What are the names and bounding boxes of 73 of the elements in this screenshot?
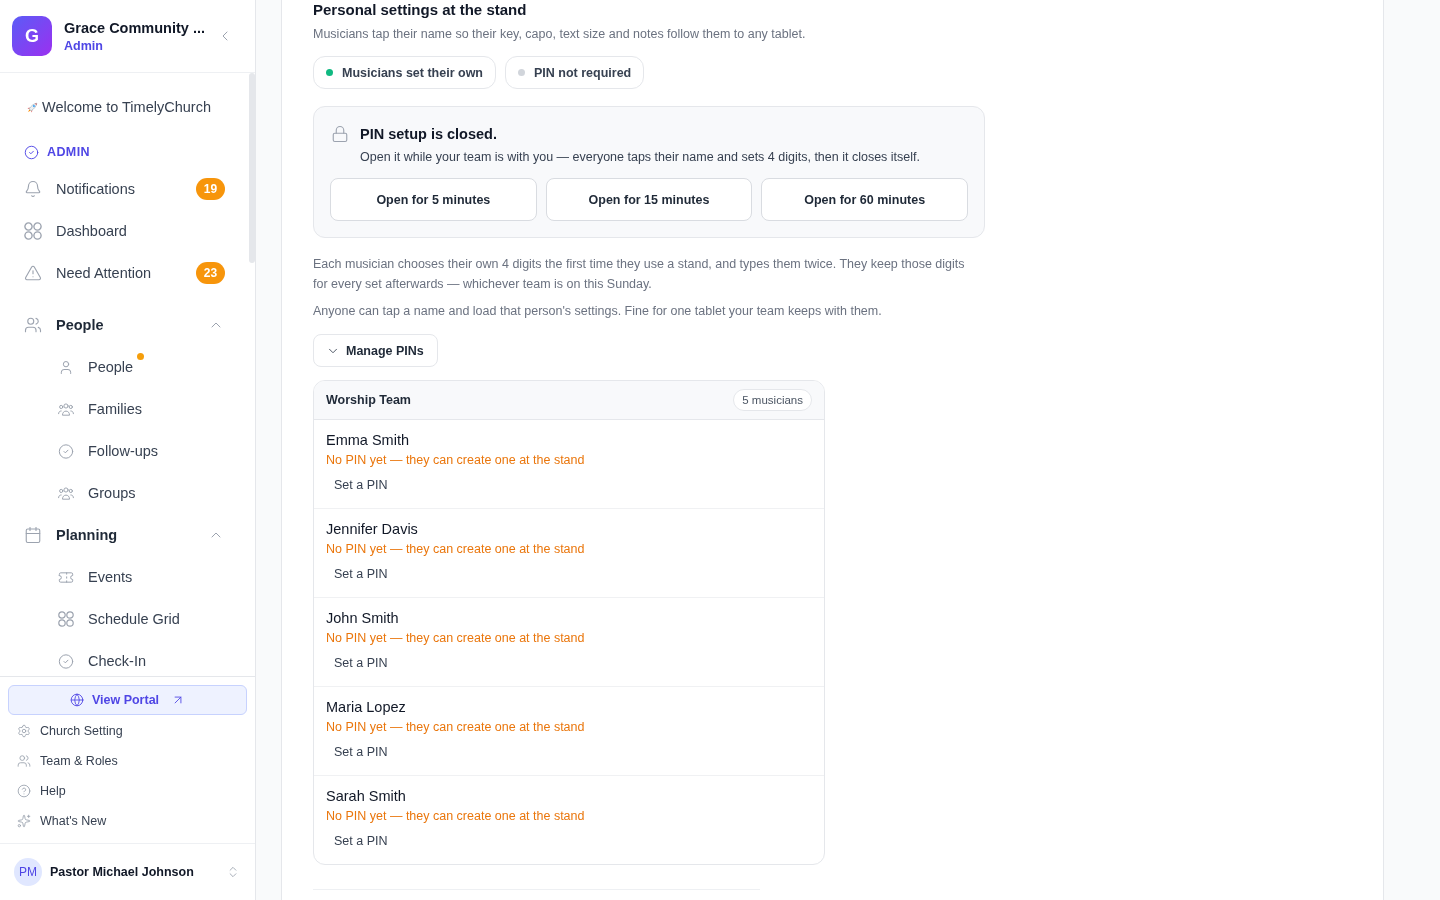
open-duration-button[interactable]: Open for 60 minutes bbox=[761, 178, 968, 221]
settings-icon bbox=[17, 724, 31, 738]
manage-pins-button[interactable]: Manage PINs bbox=[313, 334, 438, 367]
nav-item[interactable]: Groups bbox=[24, 472, 225, 514]
sparkle-icon bbox=[17, 814, 31, 828]
group-icon bbox=[58, 401, 74, 417]
pin-status: No PIN yet — they can create one at the stand bbox=[326, 630, 585, 647]
lock-icon bbox=[331, 125, 349, 143]
person-icon bbox=[58, 358, 74, 376]
warning-icon bbox=[24, 264, 42, 282]
count-badge: 23 bbox=[196, 262, 225, 284]
footer-link[interactable]: Church Setting bbox=[8, 716, 247, 746]
nav-item[interactable]: Check-In bbox=[24, 640, 225, 676]
help-text: Each musician chooses their own 4 digits the first time they use a stand, and types them twice. They keep those digits for every set afterwards — whichever team is on this Sunday. bbox=[313, 256, 966, 293]
section-title: Personal settings at the stand bbox=[313, 0, 527, 20]
count-badge: 19 bbox=[196, 178, 225, 200]
org-name: Grace Community ... bbox=[64, 18, 205, 38]
member-name: Maria Lopez bbox=[326, 698, 406, 717]
nav-item[interactable]: Notifications 19 bbox=[24, 168, 225, 210]
check-circle-icon bbox=[58, 442, 74, 460]
org-role: Admin bbox=[64, 37, 104, 54]
help-icon bbox=[17, 784, 31, 798]
status-chip[interactable]: PIN not required bbox=[505, 56, 645, 89]
set-pin-button[interactable]: Set a PIN bbox=[326, 650, 396, 676]
set-pin-button[interactable]: Set a PIN bbox=[326, 561, 396, 587]
bell-icon bbox=[24, 180, 42, 198]
member-name: Emma Smith bbox=[326, 431, 409, 450]
status-chip[interactable]: Musicians set their own bbox=[313, 56, 496, 89]
team-title: Worship Team bbox=[326, 393, 411, 407]
member-name: Sarah Smith bbox=[326, 787, 406, 806]
member-count-badge: 5 musicians bbox=[733, 389, 812, 411]
footer-link[interactable]: Team & Roles bbox=[8, 746, 247, 776]
nav-item[interactable]: Events bbox=[24, 556, 225, 598]
grid-icon bbox=[24, 222, 42, 240]
scrollbar-thumb[interactable] bbox=[249, 73, 255, 263]
calendar-icon bbox=[24, 526, 42, 544]
check-circle-icon bbox=[24, 144, 39, 160]
pin-status: No PIN yet — they can create one at the stand bbox=[326, 719, 585, 736]
set-pin-button[interactable]: Set a PIN bbox=[326, 828, 396, 854]
set-pin-button[interactable]: Set a PIN bbox=[326, 739, 396, 765]
help-text: Anyone can tap a name and load that person's settings. Fine for one tablet your team keeps with them. bbox=[313, 303, 882, 320]
member-name: Jennifer Davis bbox=[326, 520, 418, 539]
group-icon bbox=[58, 485, 74, 501]
pin-status: No PIN yet — they can create one at the stand bbox=[326, 541, 585, 558]
footer-link[interactable]: What's New bbox=[8, 806, 247, 836]
panel-title: PIN setup is closed. bbox=[360, 125, 498, 144]
people-icon bbox=[24, 316, 42, 334]
nav-group-header[interactable]: People bbox=[24, 304, 225, 346]
user-avatar: PM bbox=[14, 858, 42, 886]
footer-link[interactable]: Help bbox=[8, 776, 247, 806]
nav-item[interactable]: Schedule Grid bbox=[24, 598, 225, 640]
pin-status: No PIN yet — they can create one at the stand bbox=[326, 452, 585, 469]
panel-description: Open it while your team is with you — everyone taps their name and sets 4 digits, then it closes itself. bbox=[360, 149, 920, 166]
open-duration-button[interactable]: Open for 5 minutes bbox=[330, 178, 537, 221]
people-icon bbox=[17, 754, 31, 768]
view-portal-button[interactable]: View Portal bbox=[8, 685, 247, 715]
open-duration-button[interactable]: Open for 15 minutes bbox=[545, 178, 753, 221]
globe-icon bbox=[69, 693, 84, 707]
pin-status: No PIN yet — they can create one at the stand bbox=[326, 808, 585, 825]
grid-icon bbox=[58, 611, 74, 627]
nav-item[interactable]: Families bbox=[24, 388, 225, 430]
section-label: ADMIN bbox=[47, 145, 90, 159]
nav-item[interactable]: Dashboard bbox=[24, 210, 225, 252]
section-description: Musicians tap their name so their key, capo, text size and notes follow them to any tablet. bbox=[313, 26, 806, 43]
check-circle-icon bbox=[58, 652, 74, 670]
nav-group-header[interactable]: Planning bbox=[24, 514, 225, 556]
welcome-link[interactable]: Welcome to TimelyChurch bbox=[24, 95, 225, 119]
org-logo: G bbox=[12, 16, 52, 56]
nav-item[interactable]: People bbox=[24, 346, 225, 388]
set-pin-button[interactable]: Set a PIN bbox=[326, 472, 396, 498]
member-name: John Smith bbox=[326, 609, 399, 628]
nav-item[interactable]: Need Attention 23 bbox=[24, 252, 225, 294]
nav-item[interactable]: Follow-ups bbox=[24, 430, 225, 472]
